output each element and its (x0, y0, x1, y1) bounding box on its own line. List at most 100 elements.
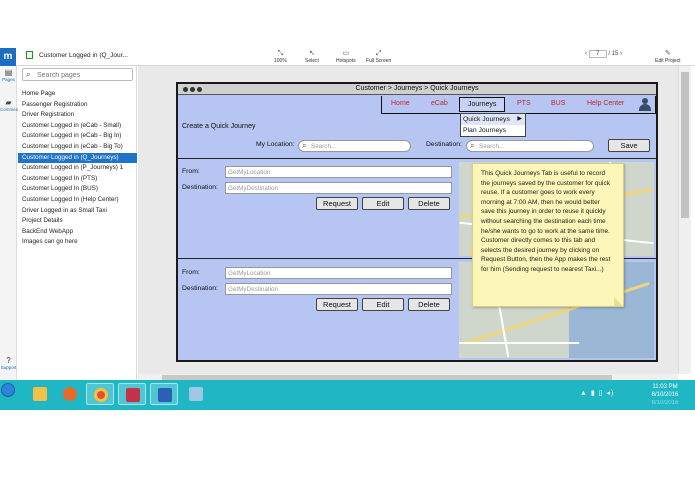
page-list-item[interactable]: Home Page (18, 89, 137, 100)
delete-button[interactable]: Delete (408, 298, 450, 311)
search-icon: ⌕ (302, 141, 307, 150)
left-rail: ▤ Pages ▰ Comments ? Support (0, 66, 22, 380)
comment-icon: ▰ (5, 98, 12, 107)
app-logo[interactable]: m (0, 48, 16, 66)
destination-field[interactable]: GetMyDestination (225, 283, 452, 295)
app-taskbar-icon[interactable] (118, 383, 146, 405)
destination-value: GetMyDestination (228, 286, 279, 293)
support-rail-label: Support (0, 365, 17, 370)
search-placeholder: Search... (311, 143, 337, 150)
destination-label: Destination: (182, 285, 218, 292)
nav-journeys[interactable]: Journeys (459, 97, 506, 112)
my-location-search[interactable]: ⌕ Search... (298, 140, 411, 152)
edit-project-label: Edit Project (655, 58, 681, 64)
explorer-taskbar-icon[interactable] (26, 383, 54, 405)
scroll-thumb[interactable] (681, 72, 689, 218)
select-label: Select (305, 58, 319, 64)
blank-area (0, 410, 695, 494)
edit-button[interactable]: Edit (362, 197, 404, 210)
hotspot-icon: ▭ (342, 50, 350, 57)
page-list-item[interactable]: Customer Logged in (eCab - Big In) (18, 131, 137, 142)
zoom-label: 100% (274, 58, 287, 64)
nav-pts[interactable]: PTS (517, 100, 531, 107)
request-button[interactable]: Request (316, 197, 358, 210)
fullscreen-button[interactable]: ⤢ Full Screen (366, 50, 391, 64)
destination-search[interactable]: ⌕ Search... (466, 140, 594, 152)
page-list-item[interactable]: Passenger Registration (18, 100, 137, 111)
nav-help-center[interactable]: Help Center (587, 100, 624, 107)
from-field[interactable]: GetMyLocation (225, 166, 452, 178)
annotation-note: This Quick Journeys Tab is useful to rec… (472, 163, 624, 307)
from-label: From: (182, 269, 200, 276)
page-search-box[interactable]: ⌕ (22, 68, 133, 81)
page-list-item[interactable]: Customer Logged In (PTS) (18, 174, 137, 185)
edit-button[interactable]: Edit (362, 298, 404, 311)
page-list-item[interactable]: Customer Logged In (BUS) (18, 184, 137, 195)
hotspots-button[interactable]: ▭ Hotspots (336, 50, 356, 64)
clock-date: 8/10/2016 (651, 392, 679, 398)
page-search-input[interactable] (37, 70, 131, 80)
screen: m Customer Logged in (Q_Jour... ⤡ 100% ↖… (0, 0, 695, 494)
delete-button[interactable]: Delete (408, 197, 450, 210)
media-taskbar-icon[interactable] (56, 383, 84, 405)
chrome-taskbar-icon[interactable] (86, 383, 114, 405)
page-list-item[interactable]: Customer Logged in (Q_Journeys) (18, 152, 137, 164)
page-list-item[interactable]: Customer Logged in (eCab - Small) (18, 121, 137, 132)
journeys-dropdown: Quick Journeys ▶ Plan Journeys (460, 113, 526, 137)
fullscreen-icon: ⤢ (375, 50, 382, 57)
page-list-item[interactable]: Driver Registration (18, 110, 137, 121)
divider (178, 158, 656, 159)
page-list-item[interactable]: Images can go here (18, 237, 137, 248)
page-number-input[interactable]: 7 (588, 50, 607, 58)
search-icon: ⌕ (470, 141, 475, 150)
menu-item-quick-journeys[interactable]: Quick Journeys ▶ (461, 114, 525, 125)
document-icon (26, 51, 33, 59)
page-list-item[interactable]: Customer Logged In (Help Center) (18, 195, 137, 206)
app-toolbar: m Customer Logged in (Q_Jour... ⤡ 100% ↖… (0, 48, 695, 66)
destination-label: Destination: (426, 141, 462, 148)
vertical-scrollbar[interactable] (678, 66, 691, 374)
pages-icon: ▤ (4, 68, 13, 77)
clock-date-faint: 8/10/2016 (651, 400, 679, 406)
page-list-item[interactable]: Customer Logged in (P_Journeys) 1 (18, 163, 137, 174)
prev-page-icon[interactable]: ‹ (585, 51, 587, 57)
from-field[interactable]: GetMyLocation (225, 267, 452, 279)
fullscreen-label: Full Screen (366, 58, 392, 64)
page-pager: ‹ 7 / 15 › (585, 50, 622, 58)
start-icon[interactable] (1, 383, 15, 397)
page-list: Home Page Passenger Registration Driver Re… (18, 89, 137, 248)
next-page-icon[interactable]: › (620, 51, 622, 57)
destination-field[interactable]: GetMyDestination (225, 182, 452, 194)
pencil-icon: ✎ (664, 50, 671, 57)
comments-rail-button[interactable]: ▰ Comments (0, 98, 22, 112)
zoom-icon: ⤡ (277, 50, 284, 57)
page-list-item[interactable]: Customer Logged in (eCab - Big To) (18, 142, 137, 153)
nav-home[interactable]: Home (391, 100, 410, 107)
menu-item-label: Quick Journeys (463, 116, 510, 123)
nav-ecab[interactable]: eCab (431, 100, 448, 107)
clock[interactable]: 11:03 PM 8/10/2016 8/10/2016 (640, 383, 690, 407)
nav-bus[interactable]: BUS (551, 100, 565, 107)
pages-rail-button[interactable]: ▤ Pages (0, 68, 17, 82)
page-list-item[interactable]: Driver Logged in as Small Taxi (18, 206, 137, 217)
request-button[interactable]: Request (316, 298, 358, 311)
system-tray[interactable]: ▲ ▮ ▯ ◂) (580, 389, 614, 397)
edit-project-button[interactable]: ✎ Edit Project (655, 50, 681, 64)
page-list-item[interactable]: BackEnd WebApp (18, 227, 137, 238)
hotspots-label: Hotspots (336, 58, 356, 64)
create-journey-title: Create a Quick Journey (182, 123, 256, 130)
mockup-titlebar: Customer > Journeys > Quick Journeys (178, 84, 656, 95)
windows-taskbar: ▲ ▮ ▯ ◂) 11:03 PM 8/10/2016 8/10/2016 (0, 380, 695, 410)
select-button[interactable]: ↖ Select (305, 50, 319, 64)
paint-taskbar-icon[interactable] (182, 383, 210, 405)
word-taskbar-icon[interactable] (150, 383, 178, 405)
cursor-icon: ↖ (309, 50, 315, 57)
save-button[interactable]: Save (608, 139, 650, 152)
page-total: / 15 (608, 51, 619, 57)
user-icon[interactable] (638, 97, 652, 112)
mockup-nav: Home eCab Journeys PTS BUS Help Center (381, 96, 656, 114)
support-rail-button[interactable]: ? Support (0, 356, 17, 370)
menu-item-plan-journeys[interactable]: Plan Journeys (461, 125, 525, 136)
zoom-button[interactable]: ⤡ 100% (274, 50, 287, 64)
page-list-item[interactable]: Project Details (18, 216, 137, 227)
